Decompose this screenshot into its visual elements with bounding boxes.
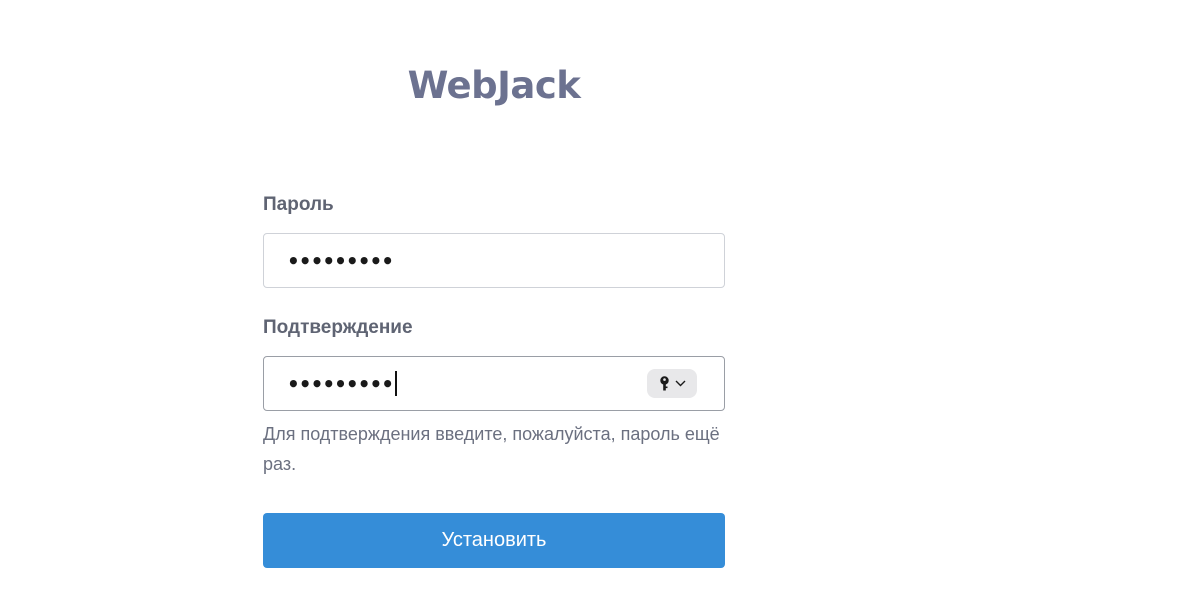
password-value: •••••••••: [287, 249, 394, 273]
chevron-down-icon: [675, 380, 686, 387]
confirm-password-field[interactable]: •••••••••: [263, 356, 725, 411]
key-icon: [659, 376, 670, 391]
set-password-form: Пароль ••••••••• Подтверждение •••••••••: [263, 190, 725, 568]
text-caret: [395, 371, 398, 396]
password-field[interactable]: •••••••••: [263, 233, 725, 288]
confirm-label: Подтверждение: [263, 317, 413, 338]
page: WebJack Пароль ••••••••• Подтверждение •…: [0, 0, 1182, 591]
confirm-password-value-wrap: •••••••••: [287, 371, 398, 398]
confirm-hint: Для подтверждения введите, пожалуйста, п…: [263, 424, 720, 474]
set-password-button[interactable]: Установить: [263, 513, 725, 568]
password-manager-button[interactable]: [647, 369, 697, 398]
password-label: Пароль: [263, 194, 334, 215]
app-logo: WebJack: [407, 64, 581, 107]
confirm-password-value: •••••••••: [287, 372, 394, 396]
